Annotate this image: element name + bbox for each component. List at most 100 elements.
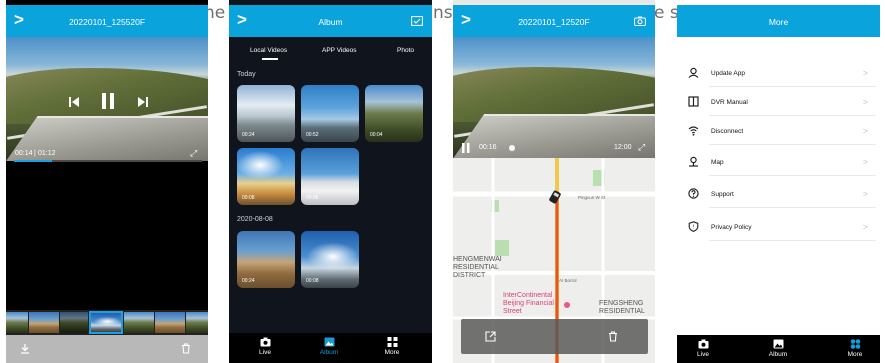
fullscreen-icon[interactable]: ⤢	[190, 148, 197, 159]
time-current: 00:14	[15, 150, 33, 157]
time-current: 00:16	[479, 144, 497, 151]
camera-icon	[698, 339, 708, 349]
menu-item-label: Map	[711, 159, 724, 166]
film-frame[interactable]	[186, 312, 208, 333]
car-marker-icon	[549, 190, 561, 204]
tab-live[interactable]: Live	[245, 337, 285, 356]
film-frame[interactable]	[29, 312, 59, 333]
tab-active-indicator	[262, 58, 278, 60]
time-total: 12:00	[614, 144, 632, 151]
album-title: Album	[318, 17, 343, 27]
menu-item-update-app[interactable]: Update App >	[677, 59, 880, 87]
map-label-street: Pingcun W St	[578, 195, 606, 200]
divider	[709, 144, 876, 145]
download-icon[interactable]	[20, 343, 30, 354]
top-bar: More	[677, 5, 880, 37]
chevron-right-icon: >	[862, 222, 868, 232]
filmstrip[interactable]	[6, 310, 208, 335]
chevron-right-icon: >	[862, 126, 868, 136]
tab-app-videos[interactable]: APP Videos	[322, 47, 356, 54]
film-frame-selected[interactable]	[89, 311, 123, 334]
progress-knob[interactable]	[509, 145, 515, 151]
menu-item-privacy-policy[interactable]: ! Privacy Policy >	[677, 213, 880, 241]
tab-more-label: More	[847, 351, 863, 358]
video-thumbnail[interactable]: 00:24	[237, 85, 295, 142]
progress-track[interactable]	[14, 160, 202, 162]
video-frame[interactable]	[453, 37, 655, 158]
divider	[709, 240, 876, 241]
shield-icon: !	[688, 221, 699, 232]
gallery-icon	[773, 339, 783, 349]
menu-item-label: DVR Manual	[711, 99, 748, 106]
menu-item-disconnect[interactable]: Disconnect >	[677, 117, 880, 145]
update-icon	[688, 67, 699, 78]
video-title: 20220101_12520F	[518, 17, 590, 27]
tab-more[interactable]: More	[835, 339, 875, 358]
tab-more[interactable]: More	[372, 337, 412, 356]
menu-item-label: Support	[711, 191, 734, 198]
fullscreen-icon[interactable]: ⤢	[638, 142, 645, 153]
menu-item-support[interactable]: Support >	[677, 180, 880, 208]
select-icon[interactable]	[411, 16, 423, 26]
menu-item-label: Disconnect	[711, 128, 744, 135]
camera-icon[interactable]	[634, 16, 646, 26]
video-thumbnail[interactable]: 00:06	[301, 148, 359, 205]
tab-live-label: Live	[259, 349, 271, 356]
tab-live[interactable]: Live	[683, 339, 723, 358]
tab-album[interactable]: Album	[758, 339, 798, 358]
pause-icon[interactable]	[462, 143, 470, 153]
chevron-right-icon: >	[862, 68, 868, 78]
video-thumbnail[interactable]: 00:08	[237, 148, 295, 205]
pause-icon[interactable]	[101, 92, 115, 110]
thumb-duration: 00:08	[306, 278, 319, 284]
bottom-tab-bar: Live Album More	[229, 333, 432, 363]
tab-album[interactable]: Album	[309, 337, 349, 356]
video-road	[6, 116, 208, 161]
trash-icon[interactable]	[608, 331, 618, 342]
film-frame[interactable]	[124, 312, 154, 333]
skip-forward-icon[interactable]	[137, 96, 149, 108]
tab-album-label: Album	[768, 351, 788, 358]
bottom-action-bar	[6, 335, 208, 363]
film-frame[interactable]	[60, 312, 88, 333]
map-label-hotel: InterContinental Beijing Financial Stree…	[503, 292, 554, 315]
video-thumbnail[interactable]: 00:08	[301, 231, 359, 288]
top-bar: > Album	[229, 5, 432, 37]
menu-item-dvr-manual[interactable]: DVR Manual >	[677, 88, 880, 116]
chevron-right-icon: >	[862, 97, 868, 107]
top-bar: > 20220101_12520F	[453, 5, 655, 37]
thumb-duration: 00:52	[306, 132, 319, 138]
tab-album-label: Album	[319, 349, 339, 356]
time-total: 01:12	[38, 150, 56, 157]
map-label-residential: FENGSHENG RESIDENTIAL	[599, 300, 645, 315]
video-thumbnail[interactable]: 00:24	[237, 231, 295, 288]
skip-back-icon[interactable]	[68, 96, 80, 108]
map-label-road: AI Borrol	[559, 278, 577, 283]
export-icon[interactable]	[485, 331, 496, 342]
divider	[709, 207, 876, 208]
thumb-duration: 00:08	[242, 195, 255, 201]
film-frame[interactable]	[155, 312, 185, 333]
divider	[709, 115, 876, 116]
top-bar: > 20220101_125520F	[6, 5, 208, 37]
wifi-icon	[688, 126, 699, 136]
divider	[709, 86, 876, 87]
book-icon	[688, 96, 699, 107]
trash-icon[interactable]	[181, 343, 191, 354]
divider	[709, 175, 876, 176]
film-frame[interactable]	[6, 312, 28, 333]
chevron-right-icon: >	[862, 189, 868, 199]
time-separator: |	[34, 150, 36, 157]
video-thumbnail[interactable]: 00:52	[301, 85, 359, 142]
video-thumbnail[interactable]: 00:04	[365, 85, 423, 142]
tab-more-label: More	[384, 349, 400, 356]
map-action-bar	[461, 319, 648, 354]
gallery-icon	[324, 337, 334, 347]
video-player-screen: > 20220101_125520F 00:14 | 01:12 ⤢	[6, 0, 208, 363]
thumb-duration: 00:24	[242, 278, 255, 284]
tab-local-videos[interactable]: Local Videos	[250, 47, 287, 54]
tab-live-label: Live	[697, 351, 709, 358]
tab-photo[interactable]: Photo	[397, 47, 414, 54]
menu-item-map[interactable]: Map >	[677, 148, 880, 176]
album-screen: > Album Local Videos APP Videos Photo To…	[229, 0, 432, 363]
